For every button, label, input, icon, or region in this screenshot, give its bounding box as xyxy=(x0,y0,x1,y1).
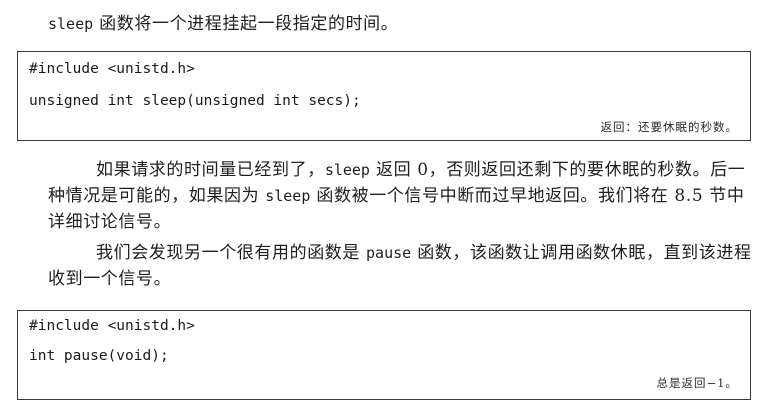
text-run: 我们会发现另一个很有用的函数是 xyxy=(96,243,360,263)
sleep-return-note: 返回：还要休眠的秒数。 xyxy=(600,120,738,134)
paragraph-line: 如果请求的时间量已经到了，sleep 返回 0，否则返回还剩下的要休眠的秒数。后… xyxy=(48,157,745,183)
text-run: 函数被一个信号中断而过早地返回。我们将在 8.5 节中 xyxy=(316,186,745,206)
sleep-code-term: sleep xyxy=(324,161,370,179)
text-run: 种情况是可能的，如果因为 xyxy=(48,186,260,206)
include-line: #include <unistd.h> xyxy=(29,318,195,334)
pause-return-note: 总是返回−1。 xyxy=(656,376,738,390)
paragraph-line: 种情况是可能的，如果因为 sleep 函数被一个信号中断而过早地返回。我们将在 … xyxy=(48,183,745,209)
pause-prototype-box: #include <unistd.h> int pause(void); 总是返… xyxy=(17,310,751,400)
sleep-explanation-paragraph: 如果请求的时间量已经到了，sleep 返回 0，否则返回还剩下的要休眠的秒数。后… xyxy=(48,157,745,235)
sleep-prototype-line: unsigned int sleep(unsigned int secs); xyxy=(29,93,361,109)
include-line: #include <unistd.h> xyxy=(29,61,195,77)
intro-text: 函数将一个进程挂起一段指定的时间。 xyxy=(99,14,399,34)
paragraph-line: 收到一个信号。 xyxy=(48,269,172,289)
pause-code-term: pause xyxy=(366,244,412,262)
text-run: 返回 0，否则返回还剩下的要休眠的秒数。后一 xyxy=(375,160,746,180)
intro-paragraph: sleep 函数将一个进程挂起一段指定的时间。 xyxy=(48,11,398,37)
paragraph-line: 我们会发现另一个很有用的函数是 pause 函数，该函数让调用函数休眠，直到该进… xyxy=(48,240,752,266)
sleep-code-term: sleep xyxy=(265,187,311,205)
text-run: 如果请求的时间量已经到了， xyxy=(96,160,325,180)
text-run: 函数，该函数让调用函数休眠，直到该进程 xyxy=(417,243,752,263)
pause-intro-paragraph: 我们会发现另一个很有用的函数是 pause 函数，该函数让调用函数休眠，直到该进… xyxy=(48,240,752,292)
sleep-prototype-box: #include <unistd.h> unsigned int sleep(u… xyxy=(17,51,751,141)
paragraph-line: 详细讨论信号。 xyxy=(48,212,172,232)
sleep-code-term: sleep xyxy=(48,15,94,33)
pause-prototype-line: int pause(void); xyxy=(29,348,169,364)
